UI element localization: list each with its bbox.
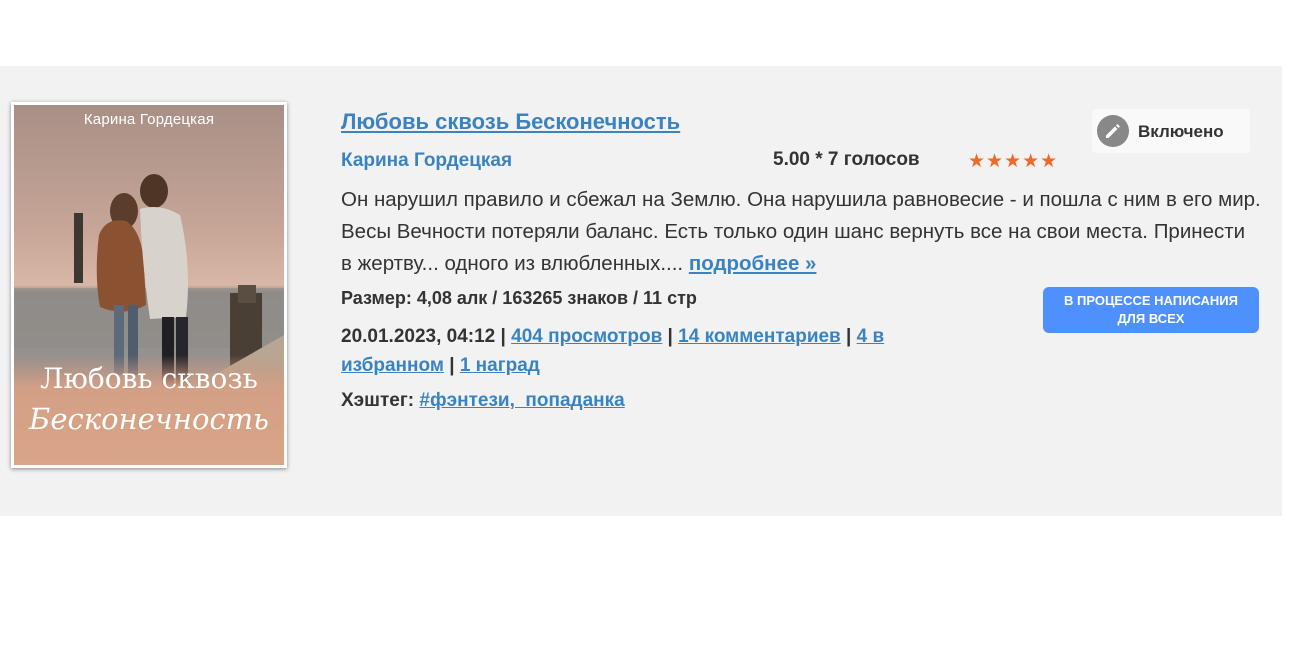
book-cover[interactable]: Карина Гордецкая Любовь сквозь Бесконечн… — [11, 102, 287, 468]
pencil-icon — [1097, 115, 1129, 147]
status-badge: В ПРОЦЕССЕ НАПИСАНИЯ ДЛЯ ВСЕХ — [1043, 287, 1259, 333]
more-link[interactable]: подробнее » — [689, 252, 817, 275]
author-link[interactable]: Карина Гордецкая — [341, 150, 512, 172]
hashtag-label: Хэштег: — [341, 390, 415, 411]
separator: | — [449, 355, 455, 376]
cover-author-text: Карина Гордецкая — [83, 111, 215, 128]
comments-link[interactable]: 14 комментариев — [678, 326, 841, 347]
rating-stars[interactable]: ★★★★★ — [968, 150, 1058, 173]
separator: | — [667, 326, 673, 347]
book-title-link[interactable]: Любовь сквозь Бесконечность — [341, 109, 680, 135]
views-link[interactable]: 404 просмотров — [511, 326, 662, 347]
separator: | — [500, 326, 506, 347]
publish-date: 20.01.2023, 04:12 — [341, 326, 496, 347]
book-meta: 20.01.2023, 04:12 | 404 просмотров | 14 … — [341, 322, 981, 380]
enabled-toggle[interactable]: Включено — [1092, 109, 1250, 153]
toggle-label: Включено — [1138, 122, 1224, 141]
size-info: Размер: 4,08 алк / 163265 знаков / 11 ст… — [341, 288, 697, 308]
cover-title-line1: Любовь сквозь — [40, 362, 258, 395]
cover-title-line2: Бесконечность — [29, 402, 269, 436]
hashtags: Хэштег: #фэнтези, попаданка — [341, 390, 625, 412]
book-description: Он нарушил правило и сбежал на Землю. Он… — [341, 184, 1261, 280]
status-badge-line2: ДЛЯ ВСЕХ — [1117, 311, 1185, 326]
separator: | — [846, 326, 852, 347]
hashtags-link[interactable]: #фэнтези, попаданка — [419, 390, 624, 411]
status-badge-line1: В ПРОЦЕССЕ НАПИСАНИЯ — [1063, 293, 1238, 308]
awards-link[interactable]: 1 наград — [460, 355, 540, 376]
rating-text: 5.00 * 7 голосов — [773, 149, 920, 170]
